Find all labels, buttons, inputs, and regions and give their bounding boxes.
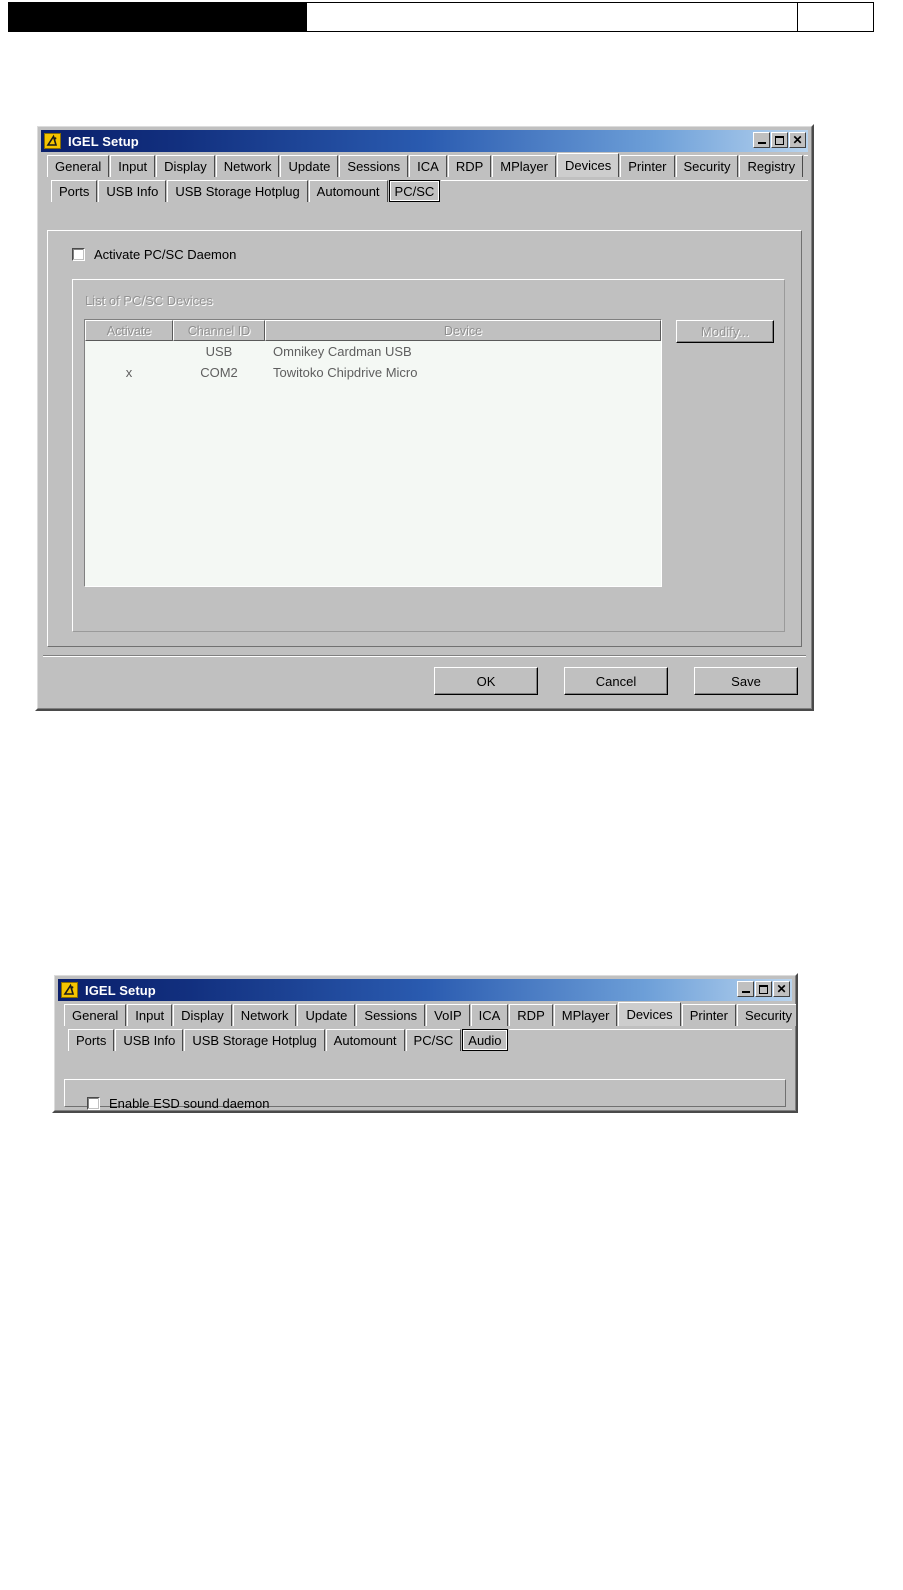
tabstrip-filler	[508, 1029, 792, 1051]
main-tabstrip: General Input Display Network Update Sessions…	[41, 152, 808, 177]
tab-usb-storage-hotplug[interactable]: USB Storage Hotplug	[167, 180, 308, 202]
cell-device: Towitoko Chipdrive Micro	[273, 365, 418, 380]
page-header-table	[8, 2, 874, 32]
tab-devices[interactable]: Devices	[556, 153, 620, 177]
title-bar[interactable]: IGEL Setup ✕	[58, 979, 792, 1001]
tab-update[interactable]: Update	[280, 155, 339, 177]
tab-pc-sc[interactable]: PC/SC	[388, 180, 441, 202]
activate-pcsc-daemon-checkbox[interactable]	[72, 248, 85, 261]
tab-usb-info[interactable]: USB Info	[115, 1029, 184, 1051]
column-header-channel-id[interactable]: Channel ID	[173, 320, 265, 341]
sub-tabstrip: Ports USB Info USB Storage Hotplug Automoun…	[58, 1026, 792, 1051]
tab-ica[interactable]: ICA	[409, 155, 447, 177]
title-bar[interactable]: IGEL Setup ✕	[41, 130, 808, 152]
table-row[interactable]: USB Omnikey Cardman USB	[85, 341, 661, 362]
maximize-button[interactable]	[755, 981, 772, 997]
table-header-row: Activate Channel ID Device	[85, 320, 661, 341]
tabstrip-filler	[441, 180, 808, 202]
minimize-button[interactable]	[737, 981, 754, 997]
maximize-button[interactable]	[771, 132, 788, 148]
footer-separator	[43, 655, 806, 657]
enable-esd-sound-daemon-checkbox[interactable]	[87, 1097, 100, 1110]
save-button[interactable]: Save	[694, 667, 798, 695]
page-header-cell-wide	[307, 3, 798, 31]
cell-channel-id: COM2	[200, 365, 238, 380]
tab-usb-info[interactable]: USB Info	[98, 180, 167, 202]
tab-registry[interactable]: Registry	[739, 155, 804, 177]
tab-rdp[interactable]: RDP	[447, 155, 492, 177]
tab-voip[interactable]: VoIP	[426, 1004, 470, 1026]
pcsc-devices-groupbox: List of PC/SC Devices Activate Channel I…	[72, 279, 785, 632]
tab-rdp[interactable]: RDP	[509, 1004, 553, 1026]
table-body: USB Omnikey Cardman USB x COM2 Towitoko Chip…	[85, 341, 661, 383]
tab-general[interactable]: General	[64, 1004, 127, 1026]
tab-sessions[interactable]: Sessions	[356, 1004, 426, 1026]
close-button[interactable]: ✕	[789, 132, 806, 148]
tab-printer[interactable]: Printer	[620, 155, 675, 177]
tab-security[interactable]: Security	[675, 155, 739, 177]
tab-security[interactable]: Security	[736, 1004, 796, 1026]
tab-display[interactable]: Display	[156, 155, 215, 177]
tab-printer[interactable]: Printer	[681, 1004, 736, 1026]
tab-network[interactable]: Network	[232, 1004, 297, 1026]
column-header-device[interactable]: Device	[265, 320, 661, 341]
tab-pc-sc[interactable]: PC/SC	[405, 1029, 462, 1051]
ok-button[interactable]: OK	[434, 667, 538, 695]
tab-update[interactable]: Update	[297, 1004, 356, 1026]
igel-logo-icon	[44, 133, 61, 149]
table-row[interactable]: x COM2 Towitoko Chipdrive Micro	[85, 362, 661, 383]
tabstrip-filler	[804, 155, 808, 177]
tab-ports[interactable]: Ports	[51, 180, 98, 202]
tab-mplayer[interactable]: MPlayer	[553, 1004, 618, 1026]
footer-button-bar: OK Cancel Save	[434, 667, 798, 695]
tab-network[interactable]: Network	[215, 155, 280, 177]
tab-general[interactable]: General	[47, 155, 110, 177]
tab-automount[interactable]: Automount	[325, 1029, 405, 1051]
tab-devices[interactable]: Devices	[618, 1002, 681, 1026]
page-header-cell-narrow	[798, 3, 873, 31]
window-controls: ✕	[737, 981, 790, 997]
window-title: IGEL Setup	[68, 133, 139, 149]
window-controls: ✕	[753, 132, 806, 148]
cell-channel-id: USB	[205, 344, 233, 359]
tab-sessions[interactable]: Sessions	[339, 155, 409, 177]
modify-button[interactable]: Modify...	[676, 320, 774, 343]
audio-content-panel: Enable ESD sound daemon	[64, 1079, 786, 1111]
enable-esd-sound-daemon-label: Enable ESD sound daemon	[109, 1096, 270, 1111]
tab-display[interactable]: Display	[173, 1004, 232, 1026]
enable-esd-sound-daemon-row[interactable]: Enable ESD sound daemon	[87, 1096, 269, 1111]
activate-pcsc-daemon-row[interactable]: Activate PC/SC Daemon	[72, 247, 236, 262]
window-title: IGEL Setup	[85, 982, 156, 998]
igel-setup-window-audio: IGEL Setup ✕ General Input Display Network U…	[52, 973, 798, 1113]
activate-pcsc-daemon-label: Activate PC/SC Daemon	[94, 247, 237, 262]
pcsc-devices-group-title: List of PC/SC Devices	[85, 293, 213, 308]
tab-mplayer[interactable]: MPlayer	[492, 155, 556, 177]
tab-automount[interactable]: Automount	[308, 180, 388, 202]
pcsc-devices-table[interactable]: Activate Channel ID Device USB Omnikey Ca…	[84, 319, 662, 587]
cancel-button[interactable]: Cancel	[564, 667, 668, 695]
tab-ica[interactable]: ICA	[470, 1004, 509, 1026]
window-inner-frame: IGEL Setup ✕ General Input Display Network U…	[54, 975, 796, 1111]
window-inner-frame: IGEL Setup ✕ General Input Display Network U…	[37, 126, 812, 709]
page-header-cell-black	[9, 3, 307, 31]
main-tabstrip: General Input Display Network Update Sessions…	[58, 1001, 796, 1026]
igel-setup-window-pcsc: IGEL Setup ✕ General Input Display Network U…	[35, 124, 814, 711]
sub-tabstrip: Ports USB Info USB Storage Hotplug Automoun…	[41, 177, 808, 202]
minimize-button[interactable]	[753, 132, 770, 148]
tab-ports[interactable]: Ports	[68, 1029, 115, 1051]
cell-activate: x	[125, 365, 133, 380]
tab-audio[interactable]: Audio	[462, 1029, 508, 1051]
igel-logo-icon	[61, 982, 78, 998]
tab-input[interactable]: Input	[127, 1004, 173, 1026]
pcsc-content-panel: Activate PC/SC Daemon List of PC/SC Devi…	[47, 230, 802, 647]
tab-usb-storage-hotplug[interactable]: USB Storage Hotplug	[184, 1029, 325, 1051]
close-button[interactable]: ✕	[773, 981, 790, 997]
tab-input[interactable]: Input	[110, 155, 156, 177]
column-header-activate[interactable]: Activate	[85, 320, 173, 341]
cell-device: Omnikey Cardman USB	[273, 344, 412, 359]
